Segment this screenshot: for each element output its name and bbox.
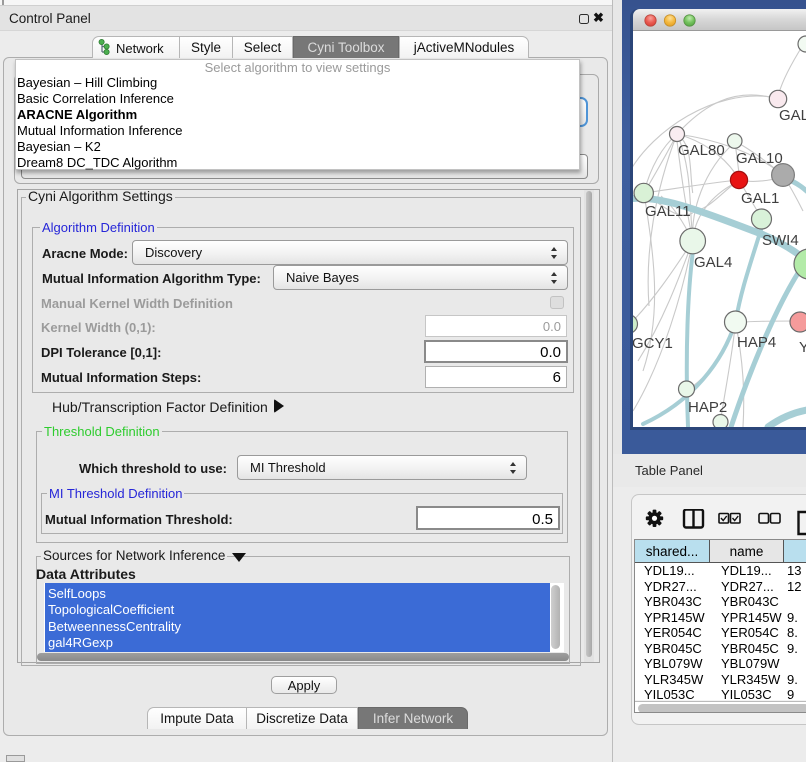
svg-text:Y: Y [799,339,806,356]
svg-text:GAL80: GAL80 [678,142,725,159]
svg-text:GAL1: GAL1 [741,190,779,207]
svg-text:SWI4: SWI4 [762,232,799,249]
svg-text:GAL11: GAL11 [645,203,691,220]
svg-text:HAP4: HAP4 [737,334,776,351]
svg-text:GAL10: GAL10 [736,150,783,167]
svg-text:HAP2: HAP2 [688,399,727,416]
svg-text:GCY1: GCY1 [633,335,673,352]
svg-text:GAL4: GAL4 [694,254,732,271]
svg-text:GAL: GAL [779,107,806,124]
